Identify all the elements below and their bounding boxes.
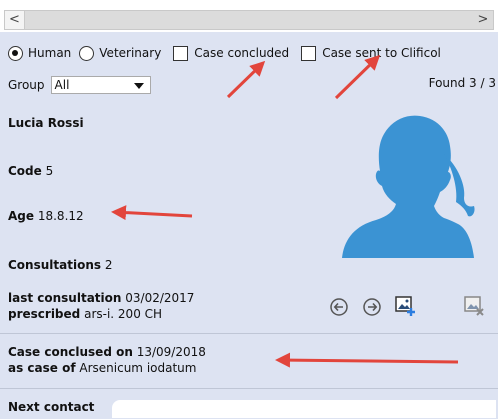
annotation-arrows bbox=[111, 54, 459, 368]
annotation-arrow bbox=[226, 60, 266, 99]
annotation-arrow bbox=[275, 352, 459, 368]
annotation-arrow bbox=[334, 54, 381, 100]
annotation-arrow bbox=[111, 205, 193, 221]
